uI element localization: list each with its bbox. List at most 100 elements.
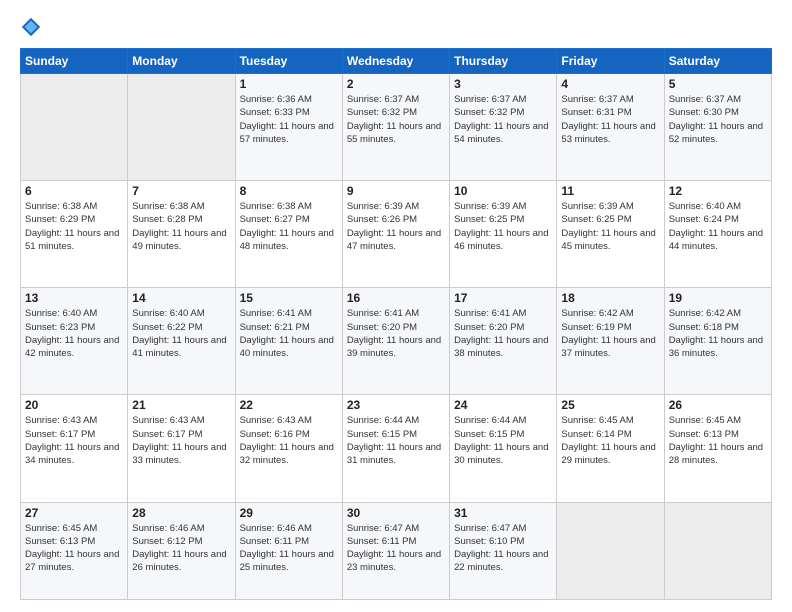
day-info: Sunrise: 6:45 AM Sunset: 6:14 PM Dayligh…	[561, 414, 659, 467]
day-info: Sunrise: 6:40 AM Sunset: 6:23 PM Dayligh…	[25, 307, 123, 360]
day-info: Sunrise: 6:42 AM Sunset: 6:18 PM Dayligh…	[669, 307, 767, 360]
calendar-cell: 27Sunrise: 6:45 AM Sunset: 6:13 PM Dayli…	[21, 502, 128, 599]
day-info: Sunrise: 6:37 AM Sunset: 6:32 PM Dayligh…	[454, 93, 552, 146]
day-number: 10	[454, 184, 552, 198]
calendar-cell	[21, 74, 128, 181]
day-number: 6	[25, 184, 123, 198]
calendar-week-row: 13 Sunrise: 6:40 AM Sunset: 6:23 PM Dayli…	[21, 288, 772, 395]
day-number: 1	[240, 77, 338, 91]
day-info: Sunrise: 6:41 AM Sunset: 6:21 PM Dayligh…	[240, 307, 338, 360]
calendar-cell: 26 Sunrise: 6:45 AM Sunset: 6:13 PM Dayli…	[664, 395, 771, 502]
day-info: Sunrise: 6:47 AM Sunset: 6:11 PM Dayligh…	[347, 522, 445, 575]
day-number: 22	[240, 398, 338, 412]
calendar-cell: 24 Sunrise: 6:44 AM Sunset: 6:15 PM Dayli…	[450, 395, 557, 502]
calendar-cell: 10Sunrise: 6:39 AM Sunset: 6:25 PM Dayli…	[450, 181, 557, 288]
calendar-cell: 7 Sunrise: 6:38 AM Sunset: 6:28 PM Daylig…	[128, 181, 235, 288]
calendar-cell: 28 Sunrise: 6:46 AM Sunset: 6:12 PM Dayli…	[128, 502, 235, 599]
day-number: 3	[454, 77, 552, 91]
day-info: Sunrise: 6:46 AM Sunset: 6:11 PM Dayligh…	[240, 522, 338, 575]
calendar-cell: 13 Sunrise: 6:40 AM Sunset: 6:23 PM Dayli…	[21, 288, 128, 395]
calendar-table: SundayMondayTuesdayWednesdayThursdayFrid…	[20, 48, 772, 600]
header	[20, 16, 772, 38]
calendar-cell: 22 Sunrise: 6:43 AM Sunset: 6:16 PM Dayli…	[235, 395, 342, 502]
day-number: 19	[669, 291, 767, 305]
day-number: 30	[347, 506, 445, 520]
calendar-cell: 5 Sunrise: 6:37 AM Sunset: 6:30 PM Daylig…	[664, 74, 771, 181]
day-info: Sunrise: 6:38 AM Sunset: 6:28 PM Dayligh…	[132, 200, 230, 253]
calendar-cell	[557, 502, 664, 599]
day-info: Sunrise: 6:43 AM Sunset: 6:17 PM Dayligh…	[132, 414, 230, 467]
day-info: Sunrise: 6:43 AM Sunset: 6:17 PM Dayligh…	[25, 414, 123, 467]
calendar-cell: 16Sunrise: 6:41 AM Sunset: 6:20 PM Dayli…	[342, 288, 449, 395]
logo	[20, 16, 46, 38]
calendar-cell: 20 Sunrise: 6:43 AM Sunset: 6:17 PM Dayli…	[21, 395, 128, 502]
calendar-cell: 29 Sunrise: 6:46 AM Sunset: 6:11 PM Dayli…	[235, 502, 342, 599]
day-info: Sunrise: 6:38 AM Sunset: 6:29 PM Dayligh…	[25, 200, 123, 253]
day-number: 11	[561, 184, 659, 198]
day-header-friday: Friday	[557, 49, 664, 74]
calendar-cell: 9 Sunrise: 6:39 AM Sunset: 6:26 PM Daylig…	[342, 181, 449, 288]
calendar-cell: 19 Sunrise: 6:42 AM Sunset: 6:18 PM Dayli…	[664, 288, 771, 395]
day-header-wednesday: Wednesday	[342, 49, 449, 74]
day-info: Sunrise: 6:46 AM Sunset: 6:12 PM Dayligh…	[132, 522, 230, 575]
day-number: 31	[454, 506, 552, 520]
day-number: 12	[669, 184, 767, 198]
calendar-cell: 12 Sunrise: 6:40 AM Sunset: 6:24 PM Dayli…	[664, 181, 771, 288]
calendar-cell: 30 Sunrise: 6:47 AM Sunset: 6:11 PM Dayli…	[342, 502, 449, 599]
day-info: Sunrise: 6:39 AM Sunset: 6:26 PM Dayligh…	[347, 200, 445, 253]
day-number: 13	[25, 291, 123, 305]
day-info: Sunrise: 6:44 AM Sunset: 6:15 PM Dayligh…	[347, 414, 445, 467]
day-info: Sunrise: 6:40 AM Sunset: 6:22 PM Dayligh…	[132, 307, 230, 360]
calendar-cell: 8 Sunrise: 6:38 AM Sunset: 6:27 PM Daylig…	[235, 181, 342, 288]
day-number: 8	[240, 184, 338, 198]
day-header-saturday: Saturday	[664, 49, 771, 74]
day-number: 14	[132, 291, 230, 305]
day-info: Sunrise: 6:45 AM Sunset: 6:13 PM Dayligh…	[669, 414, 767, 467]
calendar-cell: 18 Sunrise: 6:42 AM Sunset: 6:19 PM Dayli…	[557, 288, 664, 395]
day-info: Sunrise: 6:36 AM Sunset: 6:33 PM Dayligh…	[240, 93, 338, 146]
day-info: Sunrise: 6:43 AM Sunset: 6:16 PM Dayligh…	[240, 414, 338, 467]
day-number: 20	[25, 398, 123, 412]
calendar-cell: 2Sunrise: 6:37 AM Sunset: 6:32 PM Daylig…	[342, 74, 449, 181]
calendar-cell: 17Sunrise: 6:41 AM Sunset: 6:20 PM Dayli…	[450, 288, 557, 395]
calendar-cell: 4Sunrise: 6:37 AM Sunset: 6:31 PM Daylig…	[557, 74, 664, 181]
logo-icon	[20, 16, 42, 38]
day-info: Sunrise: 6:41 AM Sunset: 6:20 PM Dayligh…	[454, 307, 552, 360]
day-number: 18	[561, 291, 659, 305]
calendar-header-row: SundayMondayTuesdayWednesdayThursdayFrid…	[21, 49, 772, 74]
day-info: Sunrise: 6:45 AM Sunset: 6:13 PM Dayligh…	[25, 522, 123, 575]
calendar-cell: 31 Sunrise: 6:47 AM Sunset: 6:10 PM Dayli…	[450, 502, 557, 599]
calendar-cell	[128, 74, 235, 181]
calendar-cell: 25 Sunrise: 6:45 AM Sunset: 6:14 PM Dayli…	[557, 395, 664, 502]
day-header-sunday: Sunday	[21, 49, 128, 74]
day-number: 16	[347, 291, 445, 305]
calendar-week-row: 20 Sunrise: 6:43 AM Sunset: 6:17 PM Dayli…	[21, 395, 772, 502]
page: SundayMondayTuesdayWednesdayThursdayFrid…	[0, 0, 792, 612]
day-number: 2	[347, 77, 445, 91]
calendar-week-row: 6 Sunrise: 6:38 AM Sunset: 6:29 PM Daylig…	[21, 181, 772, 288]
day-number: 9	[347, 184, 445, 198]
calendar-cell: 1 Sunrise: 6:36 AM Sunset: 6:33 PM Daylig…	[235, 74, 342, 181]
calendar-cell: 11Sunrise: 6:39 AM Sunset: 6:25 PM Dayli…	[557, 181, 664, 288]
calendar-cell: 14 Sunrise: 6:40 AM Sunset: 6:22 PM Dayli…	[128, 288, 235, 395]
day-number: 15	[240, 291, 338, 305]
day-info: Sunrise: 6:42 AM Sunset: 6:19 PM Dayligh…	[561, 307, 659, 360]
day-number: 29	[240, 506, 338, 520]
day-number: 24	[454, 398, 552, 412]
calendar-cell: 21 Sunrise: 6:43 AM Sunset: 6:17 PM Dayli…	[128, 395, 235, 502]
day-info: Sunrise: 6:37 AM Sunset: 6:30 PM Dayligh…	[669, 93, 767, 146]
day-number: 21	[132, 398, 230, 412]
day-number: 7	[132, 184, 230, 198]
day-header-thursday: Thursday	[450, 49, 557, 74]
day-header-tuesday: Tuesday	[235, 49, 342, 74]
day-info: Sunrise: 6:44 AM Sunset: 6:15 PM Dayligh…	[454, 414, 552, 467]
day-number: 28	[132, 506, 230, 520]
day-info: Sunrise: 6:40 AM Sunset: 6:24 PM Dayligh…	[669, 200, 767, 253]
day-info: Sunrise: 6:38 AM Sunset: 6:27 PM Dayligh…	[240, 200, 338, 253]
day-number: 5	[669, 77, 767, 91]
day-number: 25	[561, 398, 659, 412]
day-info: Sunrise: 6:47 AM Sunset: 6:10 PM Dayligh…	[454, 522, 552, 575]
calendar-week-row: 27Sunrise: 6:45 AM Sunset: 6:13 PM Dayli…	[21, 502, 772, 599]
day-number: 26	[669, 398, 767, 412]
calendar-cell: 23Sunrise: 6:44 AM Sunset: 6:15 PM Dayli…	[342, 395, 449, 502]
